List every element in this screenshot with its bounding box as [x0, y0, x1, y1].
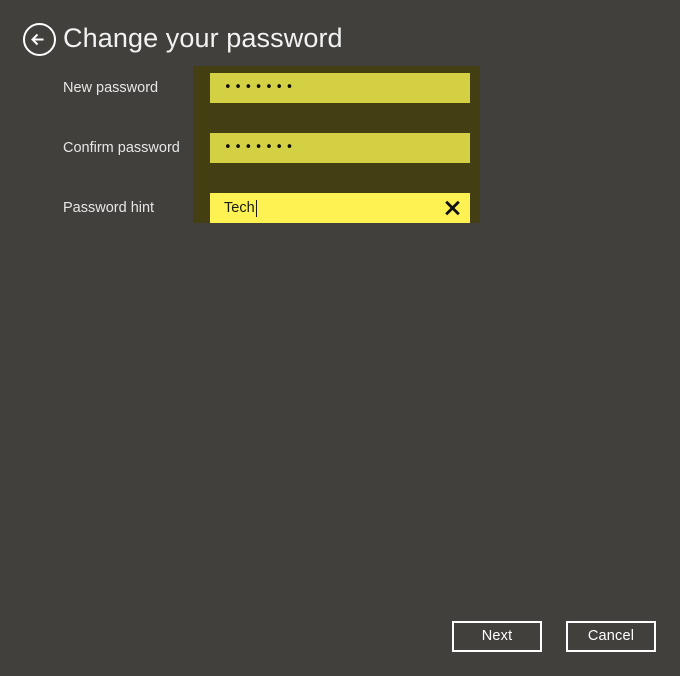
next-button[interactable]: Next	[452, 621, 542, 652]
page-title: Change your password	[63, 23, 343, 53]
page-header: Change your password	[0, 0, 680, 66]
password-hint-input[interactable]: Tech	[210, 193, 470, 223]
cancel-button[interactable]: Cancel	[566, 621, 656, 652]
confirm-password-label: Confirm password	[63, 140, 180, 156]
clear-x-icon[interactable]	[443, 199, 462, 218]
password-hint-value: Tech	[224, 200, 255, 216]
field-row: New password •••••••	[0, 73, 680, 103]
password-hint-label: Password hint	[63, 200, 155, 216]
footer-actions: Next Cancel	[0, 621, 680, 652]
new-password-label: New password	[63, 80, 159, 96]
confirm-password-input[interactable]: •••••••	[210, 133, 470, 163]
text-caret	[255, 199, 257, 217]
field-row: Password hint Tech	[0, 193, 680, 223]
back-arrow-circle-icon[interactable]	[22, 22, 57, 57]
new-password-masked-value: •••••••	[224, 80, 296, 95]
new-password-input[interactable]: •••••••	[210, 73, 470, 103]
confirm-password-masked-value: •••••••	[224, 140, 296, 155]
field-row: Confirm password •••••••	[0, 133, 680, 163]
